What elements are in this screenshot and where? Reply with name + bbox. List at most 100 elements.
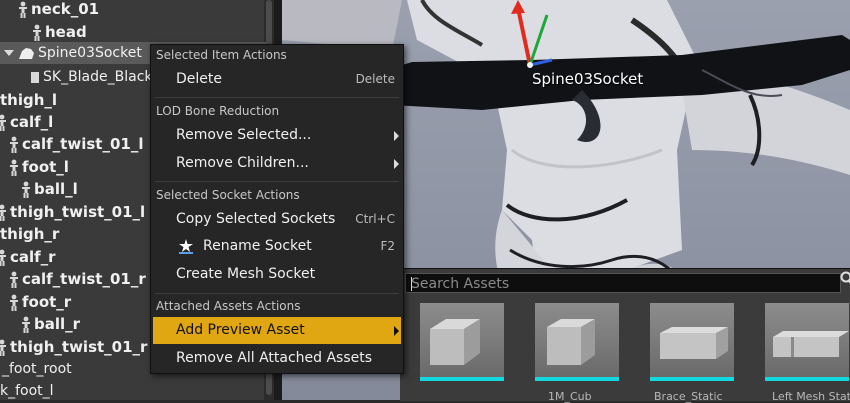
menu-divider (155, 293, 399, 294)
tree-row-label: thigh_twist_01_l (10, 203, 145, 221)
bone-icon (32, 24, 42, 41)
bone-icon (0, 339, 7, 356)
menu-section-header: Selected Item Actions (156, 48, 287, 62)
search-assets-field[interactable]: Search Assets (405, 273, 841, 293)
bone-icon (9, 159, 19, 176)
rename-icon (178, 238, 194, 254)
asset-thumbnail (535, 303, 619, 377)
asset-thumbnail (650, 303, 734, 377)
tree-row-label: neck_01 (31, 0, 99, 18)
tree-row-calf-twist-01-l[interactable]: calf_twist_01_l (9, 133, 143, 155)
tree-row-foot-r[interactable]: foot_r (9, 291, 71, 313)
menu-item-shortcut: F2 (380, 233, 395, 260)
menu-divider (155, 97, 399, 98)
menu-divider (155, 181, 399, 182)
asset-tile-label: Left Mesh Stati (772, 390, 850, 403)
tree-row-foot-l[interactable]: foot_l (9, 156, 69, 178)
tree-row-label: calf_twist_01_l (22, 135, 143, 153)
menu-item-remove-children[interactable]: Remove Children... (153, 150, 401, 177)
socket-name-label: Spine03Socket (532, 70, 643, 88)
tree-row-calf-twist-01-r[interactable]: calf_twist_01_r (9, 268, 146, 290)
tree-row-calf-r[interactable]: calf_r (0, 246, 56, 268)
menu-item-remove-all-attached-assets[interactable]: Remove All Attached Assets (153, 345, 401, 372)
tree-row-thigh-twist-01-r[interactable]: thigh_twist_01_r (0, 336, 147, 358)
menu-item-label: Copy Selected Sockets (176, 206, 335, 233)
bone-icon (9, 136, 19, 153)
menu-item-label: Rename Socket (203, 233, 312, 260)
tree-row-k-foot-l[interactable]: k_foot_l (0, 380, 54, 400)
tree-row-label: Spine03Socket (38, 45, 142, 61)
tree-row-label: k_foot_l (0, 383, 54, 399)
tree-row-calf-l[interactable]: calf_l (0, 111, 53, 133)
menu-item-copy-selected-sockets[interactable]: Copy Selected Sockets Ctrl+C (153, 206, 401, 233)
menu-item-label: Add Preview Asset (176, 317, 305, 344)
bone-icon (21, 181, 31, 198)
tree-row-label: foot_l (22, 158, 69, 176)
asset-tile[interactable] (420, 303, 504, 381)
menu-item-shortcut: Delete (356, 66, 395, 93)
tree-row-label: ball_l (34, 180, 78, 198)
menu-section-header: Selected Socket Actions (156, 188, 300, 202)
bone-icon (21, 316, 31, 333)
submenu-arrow-icon (394, 326, 399, 336)
asset-tile-label: 1M_Cub (548, 390, 592, 403)
menu-section-header: Attached Assets Actions (156, 299, 300, 313)
tree-row-label: calf_r (10, 248, 56, 266)
menu-item-label: Remove Children... (176, 150, 309, 177)
asset-thumbnail (765, 303, 849, 377)
tree-row-label: SK_Blade_Black (43, 69, 153, 85)
menu-item-create-mesh-socket[interactable]: Create Mesh Socket (153, 261, 401, 288)
expand-arrow-icon[interactable] (4, 50, 14, 56)
tree-row-label: thigh_r (0, 225, 59, 243)
tree-row-label: head (45, 23, 87, 41)
tree-row-foot-root[interactable]: _foot_root (2, 358, 72, 380)
tree-row-label: calf_l (10, 113, 53, 131)
menu-item-rename-socket[interactable]: Rename Socket F2 (153, 233, 401, 260)
menu-item-label: Remove Selected... (176, 122, 311, 149)
asset-tile[interactable] (765, 303, 849, 381)
tree-row-label: foot_r (22, 293, 71, 311)
tree-row-label: calf_twist_01_r (22, 270, 146, 288)
tree-row-thigh-l[interactable]: thigh_l (0, 89, 57, 111)
bone-icon (0, 114, 7, 131)
bone-icon (0, 204, 7, 221)
asset-type-underline (650, 377, 734, 381)
tree-row-ball-r[interactable]: ball_r (21, 313, 80, 335)
asset-tile[interactable] (650, 303, 734, 381)
menu-item-add-preview-asset[interactable]: Add Preview Asset (153, 317, 401, 344)
tree-row-label: thigh_l (0, 91, 57, 109)
tree-row-neck-01[interactable]: neck_01 (18, 0, 99, 20)
menu-item-delete[interactable]: Delete Delete (153, 66, 401, 93)
asset-picker: Search Assets (400, 268, 850, 401)
tree-row-label: _foot_root (2, 361, 72, 377)
asset-type-underline (420, 377, 504, 381)
menu-item-remove-selected[interactable]: Remove Selected... (153, 122, 401, 149)
tree-row-head[interactable]: head (32, 21, 87, 43)
bone-icon (9, 271, 19, 288)
submenu-arrow-icon (394, 131, 399, 141)
bone-icon (18, 1, 28, 18)
menu-item-label: Create Mesh Socket (176, 261, 315, 288)
menu-item-label: Delete (176, 66, 222, 93)
search-icon[interactable] (840, 271, 850, 287)
tree-row-ball-l[interactable]: ball_l (21, 178, 78, 200)
asset-type-underline (765, 377, 849, 381)
asset-type-underline (535, 377, 619, 381)
asset-thumbnail (420, 303, 504, 377)
menu-section-header: LOD Bone Reduction (156, 104, 279, 118)
menu-item-label: Remove All Attached Assets (176, 345, 372, 372)
text-caret (411, 277, 412, 291)
menu-item-shortcut: Ctrl+C (355, 206, 395, 233)
tree-row-sk-blade-black[interactable]: SK_Blade_Black (30, 66, 153, 88)
asset-tile-label: Brace_Static (654, 390, 723, 403)
tree-row-label: thigh_twist_01_r (10, 338, 147, 356)
tree-row-thigh-twist-01-l[interactable]: thigh_twist_01_l (0, 201, 145, 223)
asset-tile[interactable] (535, 303, 619, 381)
socket-icon (17, 46, 35, 60)
tree-row-thigh-r[interactable]: thigh_r (0, 223, 59, 245)
bone-icon (0, 249, 7, 266)
search-placeholder: Search Assets (411, 276, 509, 292)
mesh-icon (30, 69, 40, 86)
tree-row-label: ball_r (34, 315, 80, 333)
context-menu: Selected Item Actions Delete Delete LOD … (150, 44, 404, 374)
